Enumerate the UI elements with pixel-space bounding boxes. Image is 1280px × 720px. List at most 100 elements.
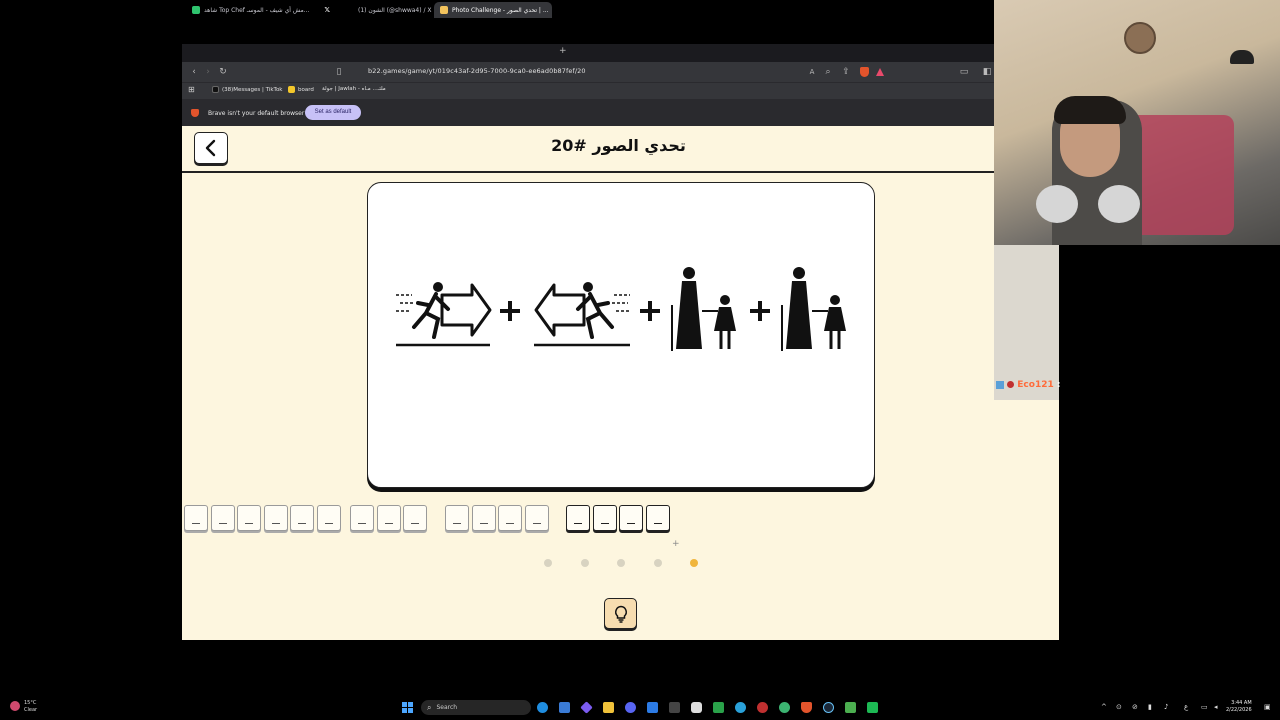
app-icon[interactable] (867, 702, 878, 713)
answer-slot[interactable] (592, 505, 617, 531)
weather-widget[interactable]: 15°C Clear (24, 700, 37, 714)
share-icon[interactable]: ⇪ (840, 66, 852, 78)
tray-icon[interactable]: ▮ (1148, 703, 1152, 711)
progress-dot (580, 559, 589, 567)
weather-desc: Clear (24, 707, 38, 713)
notification-icon[interactable]: ▣ (1264, 703, 1271, 711)
brave-shields-icon[interactable] (860, 67, 869, 77)
telegram-icon[interactable] (735, 702, 746, 713)
answer-slot[interactable] (184, 505, 208, 531)
plus-icon (500, 301, 520, 321)
answer-slot[interactable] (524, 505, 549, 531)
app-icon[interactable] (669, 702, 680, 713)
answer-slot[interactable] (445, 505, 469, 531)
forward-nav-icon[interactable]: › (202, 66, 214, 78)
puzzle-image (396, 267, 846, 351)
back-nav-icon[interactable]: ‹ (188, 66, 200, 78)
discord-icon[interactable] (625, 702, 636, 713)
tab-label: (1) الشون (@shwwa4) / X (358, 6, 432, 14)
address-bar[interactable]: b22.games/game/yt/019c43af-2d95-7000-9ca… (368, 67, 586, 75)
answer-slot[interactable] (471, 505, 496, 531)
tiktok-icon (212, 86, 219, 93)
taskbar-search[interactable]: ⌕ Search (421, 700, 531, 715)
apps-grid-icon[interactable]: ⊞ (188, 85, 195, 94)
steam-icon[interactable] (823, 702, 834, 713)
tray-icon[interactable]: ⊘ (1132, 703, 1138, 711)
tab-label: Photo Challenge - تحدي الصور | ... (452, 6, 549, 14)
tab-x[interactable]: (1) الشون (@shwwa4) / X (352, 2, 434, 18)
camera-app-icon[interactable] (691, 702, 702, 713)
network-icon[interactable]: ▭ (1201, 703, 1208, 711)
answer-slot[interactable] (316, 505, 341, 531)
badge-icon (1007, 381, 1015, 388)
game-favicon-icon (440, 6, 448, 14)
answer-slot[interactable] (376, 505, 401, 531)
answer-slot[interactable] (237, 505, 261, 531)
mic-icon[interactable]: ♪ (1164, 703, 1168, 711)
weather-icon[interactable] (10, 701, 20, 711)
clock-date: 2/22/2026 (1226, 707, 1252, 713)
progress-dot (690, 559, 698, 567)
game-header: تحدي الصور #20 (182, 126, 1059, 173)
chrome-icon[interactable] (779, 702, 790, 713)
tab-photo-challenge[interactable]: Photo Challenge - تحدي الصور | ... × (434, 2, 552, 18)
wall-clock-icon (1124, 22, 1156, 54)
answer-slot[interactable] (645, 505, 670, 531)
grandmother-child-icon (671, 267, 736, 351)
grandmother-child-icon (781, 267, 846, 351)
answer-slot[interactable] (290, 505, 314, 531)
app-icon[interactable] (559, 702, 570, 713)
puzzle-card (367, 182, 875, 488)
xbox-icon[interactable] (713, 702, 724, 713)
plus-icon (750, 301, 770, 321)
wallet-icon[interactable]: ◧ (981, 66, 993, 78)
volume-icon[interactable]: ◂ (1214, 703, 1218, 711)
answer-slot[interactable] (498, 505, 522, 531)
hint-button[interactable] (604, 598, 637, 629)
tray-chevron-icon[interactable]: ^ (1101, 703, 1107, 711)
tab-label: شاهد Top Chef مش أي شيف - الموسـ... (204, 6, 310, 14)
file-explorer-icon[interactable] (603, 702, 614, 713)
system-clock[interactable]: 3:44 AM 2/22/2026 (1226, 700, 1252, 714)
answer-slot[interactable] (263, 505, 288, 531)
browser-tab-bar (182, 44, 994, 62)
brave-taskbar-icon[interactable] (801, 702, 812, 713)
bookmark-board[interactable]: board (288, 86, 314, 93)
brave-rewards-icon[interactable] (876, 68, 884, 76)
set-as-default-button[interactable]: Set as default (305, 105, 361, 120)
windows-start-icon[interactable] (402, 702, 413, 713)
tray-icon[interactable]: ⊙ (1116, 703, 1122, 711)
lightbulb-icon (614, 605, 627, 623)
answer-slot[interactable] (619, 505, 643, 531)
zoom-icon[interactable]: ⌕ (822, 66, 834, 78)
new-tab-icon[interactable]: + (559, 46, 567, 56)
plus-icon (640, 301, 660, 321)
chat-message: Eco121 : (996, 380, 1060, 390)
clock-time: 3:44 AM (1231, 700, 1252, 706)
back-button[interactable] (194, 132, 228, 164)
bookmark-jawlah[interactable]: جولة | Jawlah - ملتـ... مـاه (322, 86, 386, 92)
tab-top-chef[interactable]: شاهد Top Chef مش أي شيف - الموسـ... 𝕏 (186, 2, 336, 18)
answer-slot[interactable] (350, 505, 374, 531)
sidebar-toggle-icon[interactable]: ▭ (958, 66, 970, 78)
answer-slot[interactable] (210, 505, 235, 531)
app-icon[interactable] (757, 702, 768, 713)
brave-logo-icon (191, 109, 199, 117)
shahid-favicon-icon (192, 6, 200, 14)
bookmark-tiktok[interactable]: (38)Messages | TikTok (212, 86, 283, 93)
answer-slot[interactable] (566, 505, 590, 531)
bookmark-icon[interactable]: ▯ (333, 66, 345, 78)
page-title: تحدي الصور #20 (551, 136, 686, 155)
chat-separator: : (1056, 380, 1061, 390)
edge-icon[interactable] (537, 702, 548, 713)
answer-slot[interactable] (403, 505, 427, 531)
app-icon[interactable] (647, 702, 658, 713)
lamp-icon (1230, 50, 1254, 64)
reload-icon[interactable]: ↻ (217, 66, 229, 78)
weather-temp: 15°C (24, 700, 37, 706)
board-icon (288, 86, 295, 93)
translate-icon[interactable]: A (806, 66, 818, 78)
language-indicator[interactable]: ع (1184, 703, 1188, 711)
minecraft-icon[interactable] (845, 702, 856, 713)
taskbar (0, 696, 1280, 720)
